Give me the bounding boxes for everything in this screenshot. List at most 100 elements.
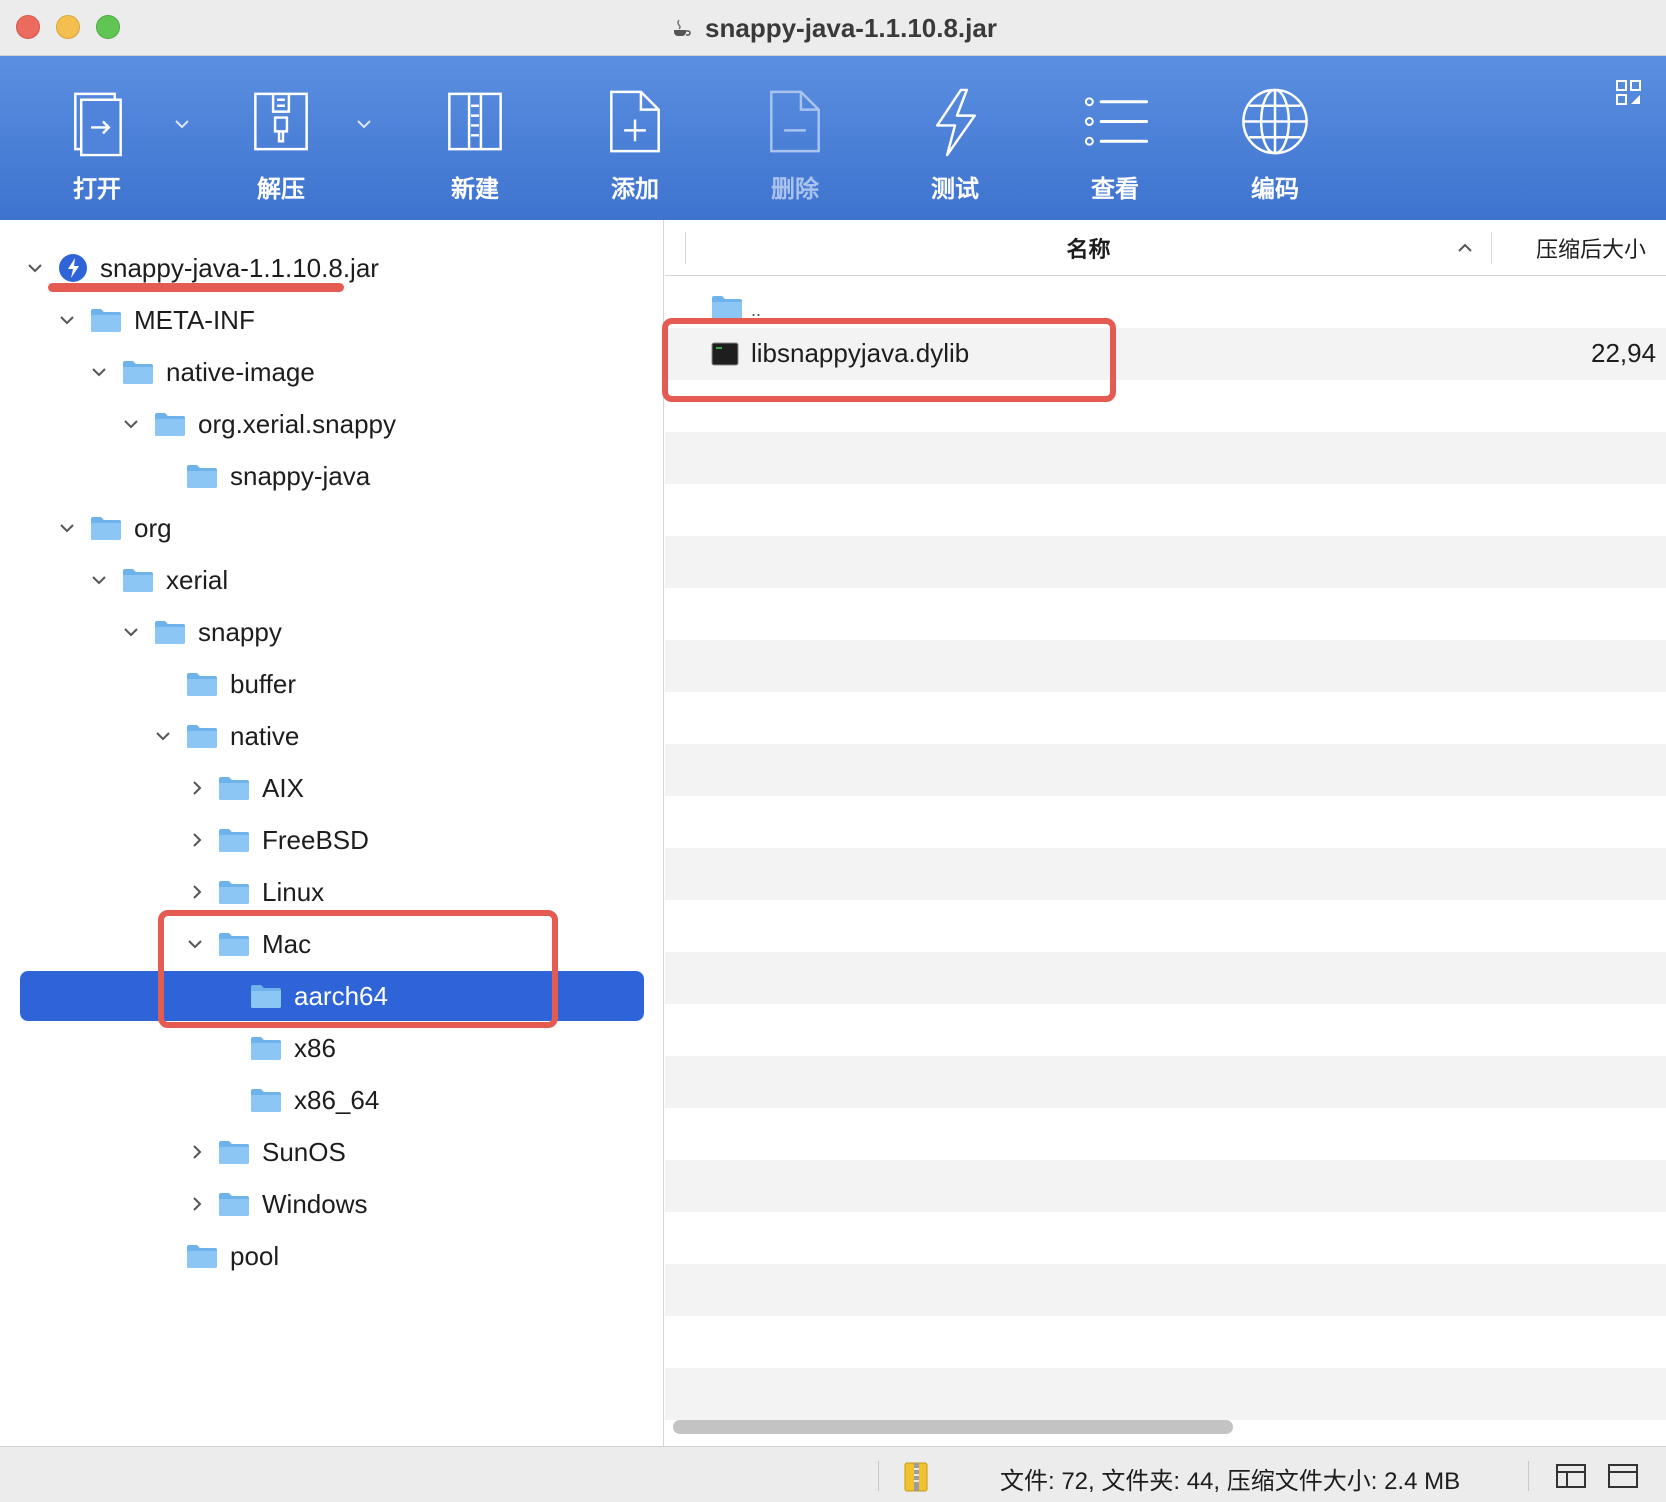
extract-button[interactable]: 解压 xyxy=(226,84,336,204)
tree-label: snappy xyxy=(198,616,282,647)
folder-icon xyxy=(219,829,249,852)
tree-item-x86[interactable]: x86 xyxy=(0,1022,664,1074)
chevron-down-icon[interactable] xyxy=(88,569,110,591)
tree-item-pool[interactable]: pool xyxy=(0,1230,664,1282)
tree-item-freebsd[interactable]: FreeBSD xyxy=(0,814,664,866)
single-view-icon[interactable] xyxy=(1606,1461,1640,1491)
list-stripe xyxy=(665,848,1666,900)
list-stripe xyxy=(665,640,1666,692)
list-stripe xyxy=(665,484,1666,536)
tree-item-windows[interactable]: Windows xyxy=(0,1178,664,1230)
list-stripe xyxy=(665,588,1666,640)
java-cup-icon xyxy=(674,19,691,36)
folder-icon xyxy=(91,517,121,540)
chevron-down-icon[interactable] xyxy=(56,309,78,331)
status-divider xyxy=(878,1461,879,1491)
delete-label: 删除 xyxy=(771,176,819,203)
folder-icon xyxy=(91,309,121,332)
chevron-right-icon[interactable] xyxy=(186,881,208,903)
test-button[interactable]: 测试 xyxy=(900,84,1010,204)
folder-icon xyxy=(219,1141,249,1164)
tree-label: x86_64 xyxy=(294,1084,380,1115)
chevron-down-icon[interactable] xyxy=(24,257,46,279)
open-icon xyxy=(74,92,122,157)
tree-item-aix[interactable]: AIX xyxy=(0,762,664,814)
folder-icon xyxy=(219,881,249,904)
list-stripe xyxy=(665,692,1666,744)
tree-item-x86-64[interactable]: x86_64 xyxy=(0,1074,664,1126)
list-stripe xyxy=(665,1264,1666,1316)
tree-label: snappy-java-1.1.10.8.jar xyxy=(100,252,379,283)
folder-icon xyxy=(155,413,185,436)
tree-item-native[interactable]: native xyxy=(0,710,664,762)
view-label: 查看 xyxy=(1091,176,1139,203)
status-bar: 文件: 72, 文件夹: 44, 压缩文件大小: 2.4 MB xyxy=(0,1446,1666,1502)
tree-label: x86 xyxy=(294,1032,336,1063)
folder-icon xyxy=(187,673,217,696)
column-header-name[interactable]: 名称 xyxy=(685,232,1491,264)
column-name-label: 名称 xyxy=(1066,237,1111,262)
chevron-right-icon[interactable] xyxy=(186,829,208,851)
list-header: 名称 压缩后大小 xyxy=(665,220,1666,276)
annotation-underline xyxy=(48,283,344,292)
list-stripe xyxy=(665,900,1666,952)
split-view-icon[interactable] xyxy=(1554,1461,1588,1491)
list-stripe xyxy=(665,1212,1666,1264)
list-stripe xyxy=(665,744,1666,796)
tree-label: xerial xyxy=(166,564,229,595)
list-stripe xyxy=(665,536,1666,588)
tree-item-sunos[interactable]: SunOS xyxy=(0,1126,664,1178)
chevron-down-icon[interactable] xyxy=(120,621,142,643)
folder-icon xyxy=(219,777,249,800)
grid-icon[interactable] xyxy=(1614,78,1644,108)
tree-label: META-INF xyxy=(134,304,255,335)
tree-item-org[interactable]: org xyxy=(0,502,664,554)
extract-menu-chevron-icon[interactable] xyxy=(352,112,376,136)
tree-item-snappy[interactable]: snappy xyxy=(0,606,664,658)
extract-label: 解压 xyxy=(257,176,305,203)
chevron-down-icon[interactable] xyxy=(152,725,174,747)
column-header-compressed-size[interactable]: 压缩后大小 xyxy=(1491,232,1666,264)
add-label: 添加 xyxy=(611,176,659,203)
add-button[interactable]: 添加 xyxy=(580,84,690,204)
tree-item-xerial[interactable]: xerial xyxy=(0,554,664,606)
view-button[interactable]: 查看 xyxy=(1060,84,1170,204)
tree-item-meta-inf[interactable]: META-INF xyxy=(0,294,664,346)
list-stripe xyxy=(665,796,1666,848)
status-divider xyxy=(1528,1461,1529,1491)
encoding-label: 编码 xyxy=(1251,176,1299,203)
folder-icon xyxy=(251,1037,281,1060)
test-icon xyxy=(936,88,976,157)
chevron-down-icon[interactable] xyxy=(120,413,142,435)
horizontal-scrollbar[interactable] xyxy=(673,1420,1233,1434)
open-menu-chevron-icon[interactable] xyxy=(170,112,194,136)
new-archive-button[interactable]: 新建 xyxy=(420,84,530,204)
chevron-right-icon[interactable] xyxy=(186,1193,208,1215)
tree-item-org-xerial-snappy[interactable]: org.xerial.snappy xyxy=(0,398,664,450)
list-stripe xyxy=(665,1004,1666,1056)
folder-icon xyxy=(155,621,185,644)
chevron-right-icon[interactable] xyxy=(186,777,208,799)
annotation-box-file xyxy=(662,318,1116,402)
tree-label: pool xyxy=(230,1240,280,1271)
toolbar: 打开 解压 新建 添加 删除 测试 查看 编码 xyxy=(0,56,1666,220)
open-button[interactable]: 打开 xyxy=(42,84,152,204)
view-list-icon xyxy=(1084,97,1149,146)
status-summary: 文件: 72, 文件夹: 44, 压缩文件大小: 2.4 MB xyxy=(1000,1468,1461,1495)
chevron-down-icon[interactable] xyxy=(88,361,110,383)
chevron-right-icon[interactable] xyxy=(186,1141,208,1163)
tree-label: SunOS xyxy=(262,1136,346,1167)
encoding-button[interactable]: 编码 xyxy=(1220,84,1330,204)
tree-label: buffer xyxy=(230,668,297,699)
folder-icon xyxy=(219,1193,249,1216)
tree-label: Linux xyxy=(262,876,325,907)
folder-icon xyxy=(712,296,742,319)
chevron-down-icon[interactable] xyxy=(56,517,78,539)
tree-item-snappy-java[interactable]: snappy-java xyxy=(0,450,664,502)
test-label: 测试 xyxy=(931,176,979,203)
tree-label: FreeBSD xyxy=(262,824,369,855)
add-icon xyxy=(610,90,660,153)
delete-button[interactable]: 删除 xyxy=(740,84,850,204)
tree-item-native-image[interactable]: native-image xyxy=(0,346,664,398)
tree-item-buffer[interactable]: buffer xyxy=(0,658,664,710)
